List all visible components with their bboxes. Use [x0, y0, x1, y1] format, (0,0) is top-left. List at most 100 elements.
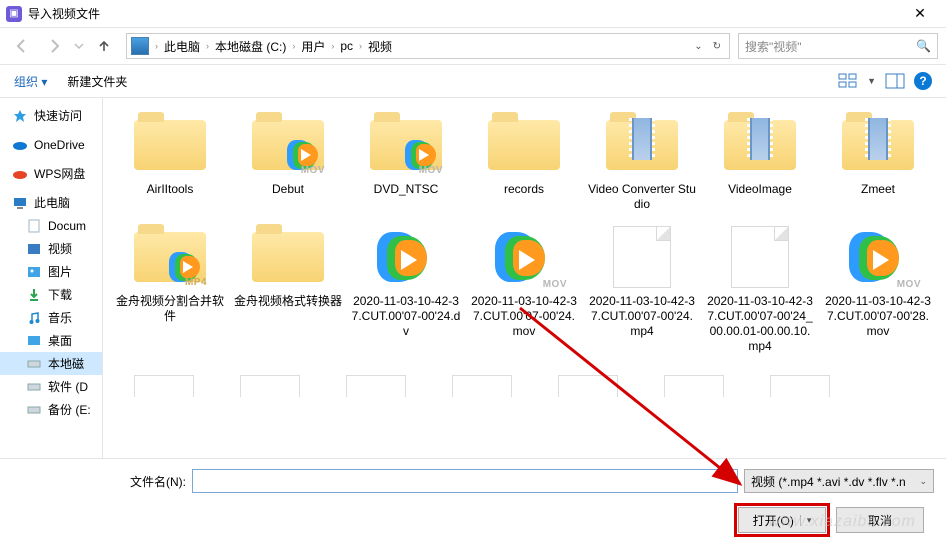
search-placeholder: 搜索"视频": [745, 38, 802, 55]
mov-badge: MOV: [419, 165, 443, 176]
mov-badge: MOV: [301, 165, 325, 176]
file-item-partial[interactable]: [643, 362, 745, 416]
folder-item[interactable]: Video Converter Studio: [585, 108, 699, 218]
mp4-badge: MP4: [185, 277, 207, 288]
sidebar-item-music[interactable]: 音乐: [0, 306, 102, 329]
view-dropdown-icon[interactable]: ▼: [867, 76, 876, 86]
forward-button[interactable]: [40, 32, 68, 60]
file-item[interactable]: MOV 2020-11-03-10-42-37.CUT.00'07-00'28.…: [821, 220, 935, 360]
item-label: Video Converter Studio: [587, 182, 697, 212]
doc-icon: [26, 218, 42, 234]
folder-item[interactable]: VideoImage: [703, 108, 817, 218]
sidebar-item-pictures[interactable]: 图片: [0, 260, 102, 283]
sidebar-item-documents[interactable]: Docum: [0, 214, 102, 237]
file-grid[interactable]: AirIItools MOV Debut MOV DVD_NTSC record…: [103, 98, 946, 458]
crumb-c[interactable]: 本地磁盘 (C:): [211, 36, 290, 57]
sidebar-label: 桌面: [48, 332, 72, 349]
drive-icon: [26, 356, 42, 372]
search-input[interactable]: 搜索"视频" 🔍: [738, 33, 938, 59]
organize-menu[interactable]: 组织 ▾: [14, 73, 47, 90]
app-icon: ▣: [6, 6, 22, 22]
sidebar-label: 快速访问: [34, 107, 82, 124]
file-item-partial[interactable]: [431, 362, 533, 416]
newfolder-button[interactable]: 新建文件夹: [67, 73, 127, 90]
desktop-icon: [26, 333, 42, 349]
filmstrip-icon: [868, 118, 888, 160]
crumb-videos[interactable]: 视频: [364, 36, 396, 57]
item-label: VideoImage: [728, 182, 792, 197]
sidebar-item-onedrive[interactable]: OneDrive: [0, 133, 102, 156]
file-item[interactable]: 2020-11-03-10-42-37.CUT.00'07-00'24.dv: [349, 220, 463, 360]
back-button[interactable]: [8, 32, 36, 60]
file-item-partial[interactable]: [749, 362, 851, 416]
preview-pane-icon[interactable]: [884, 71, 906, 91]
sidebar-label: 本地磁: [48, 355, 84, 372]
sidebar-item-thispc[interactable]: 此电脑: [0, 191, 102, 214]
recent-dropdown[interactable]: [72, 32, 86, 60]
folder-item[interactable]: MOV Debut: [231, 108, 345, 218]
view-tiles-icon[interactable]: [837, 71, 859, 91]
chevron-down-icon: ⌄: [919, 476, 927, 487]
folder-item[interactable]: records: [467, 108, 581, 218]
crumb-thispc[interactable]: 此电脑: [160, 36, 204, 57]
chevron-right-icon: ›: [357, 41, 364, 51]
item-label: 2020-11-03-10-42-37.CUT.00'07-00'24.mp4: [587, 294, 697, 339]
address-bar[interactable]: › 此电脑 › 本地磁盘 (C:) › 用户 › pc › 视频 ⌄ ↻: [126, 33, 730, 59]
blank-doc-icon: [731, 226, 789, 288]
sidebar-label: 此电脑: [34, 194, 70, 211]
address-dropdown-icon[interactable]: ⌄: [690, 39, 706, 54]
cloud-icon: [12, 137, 28, 153]
up-button[interactable]: [90, 32, 118, 60]
item-label: AirIItools: [147, 182, 194, 197]
sidebar-label: 备份 (E:: [48, 401, 91, 418]
sidebar-label: 视频: [48, 240, 72, 257]
filetype-filter[interactable]: 视频 (*.mp4 *.avi *.dv *.flv *.n ⌄: [744, 469, 934, 493]
window-title: 导入视频文件: [28, 5, 900, 22]
star-icon: [12, 108, 28, 124]
chevron-right-icon: ›: [329, 41, 336, 51]
download-icon: [26, 287, 42, 303]
blank-doc-icon: [613, 226, 671, 288]
sidebar-item-localdisk[interactable]: 本地磁: [0, 352, 102, 375]
file-item[interactable]: 2020-11-03-10-42-37.CUT.00'07-00'24_00.0…: [703, 220, 817, 360]
help-icon[interactable]: ?: [914, 72, 932, 90]
folder-item[interactable]: 金舟视频格式转换器: [231, 220, 345, 360]
sidebar-label: WPS网盘: [34, 165, 85, 182]
close-button[interactable]: ✕: [900, 0, 940, 28]
folder-item[interactable]: MOV DVD_NTSC: [349, 108, 463, 218]
item-label: 金舟视频分割合并软件: [115, 294, 225, 324]
folder-item[interactable]: AirIItools: [113, 108, 227, 218]
item-label: Debut: [272, 182, 304, 197]
music-icon: [26, 310, 42, 326]
video-logo-icon: [377, 230, 435, 284]
folder-item[interactable]: MP4 金舟视频分割合并软件: [113, 220, 227, 360]
sidebar-item-downloads[interactable]: 下载: [0, 283, 102, 306]
sidebar-label: 音乐: [48, 309, 72, 326]
crumb-users[interactable]: 用户: [297, 36, 329, 57]
drive-icon: [26, 402, 42, 418]
chevron-right-icon: ›: [290, 41, 297, 51]
sidebar-item-quickaccess[interactable]: 快速访问: [0, 104, 102, 127]
sidebar-item-backup-e[interactable]: 备份 (E:: [0, 398, 102, 421]
refresh-icon[interactable]: ↻: [709, 39, 725, 54]
item-label: 2020-11-03-10-42-37.CUT.00'07-00'24.dv: [351, 294, 461, 339]
item-label: Zmeet: [861, 182, 895, 197]
file-item[interactable]: MOV 2020-11-03-10-42-37.CUT.00'07-00'24.…: [467, 220, 581, 360]
filename-input[interactable]: [192, 469, 738, 493]
file-item-partial[interactable]: [219, 362, 321, 416]
file-item-partial[interactable]: [537, 362, 639, 416]
sidebar-label: 下载: [48, 286, 72, 303]
cloud-icon: [12, 166, 28, 182]
sidebar-item-soft-d[interactable]: 软件 (D: [0, 375, 102, 398]
sidebar-item-wps[interactable]: WPS网盘: [0, 162, 102, 185]
folder-item[interactable]: Zmeet: [821, 108, 935, 218]
sidebar-item-desktop[interactable]: 桌面: [0, 329, 102, 352]
crumb-pc[interactable]: pc: [336, 37, 357, 55]
sidebar-item-videos[interactable]: 视频: [0, 237, 102, 260]
item-label: 金舟视频格式转换器: [234, 294, 342, 309]
toolbar: 组织 ▾ 新建文件夹 ▼ ?: [0, 64, 946, 98]
pc-icon: [12, 195, 28, 211]
file-item-partial[interactable]: [325, 362, 427, 416]
file-item[interactable]: 2020-11-03-10-42-37.CUT.00'07-00'24.mp4: [585, 220, 699, 360]
file-item-partial[interactable]: [113, 362, 215, 416]
